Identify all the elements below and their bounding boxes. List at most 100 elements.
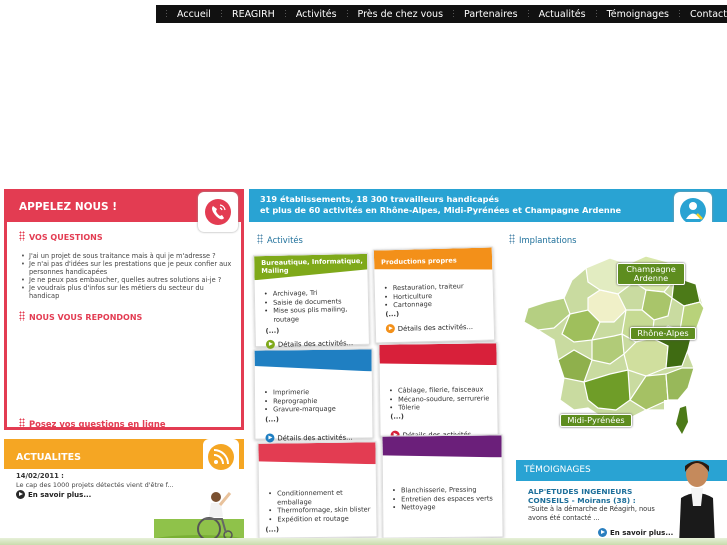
arrow-icon: [385, 324, 395, 334]
posez-label: Posez vos questions en ligne: [29, 419, 166, 429]
nav-separator: [679, 9, 681, 19]
nav-separator: [595, 9, 597, 19]
nous-repondons-heading: NOUS VOUS REPONDONS: [19, 311, 142, 322]
nav-item-contact[interactable]: Contact: [690, 5, 727, 23]
arrow-icon: [16, 490, 25, 499]
details-label: Détails des activités...: [277, 433, 353, 442]
nav-separator: [453, 9, 455, 19]
card-ellipsis: (...): [265, 326, 280, 335]
nav-item-activites[interactable]: Activités: [296, 5, 337, 23]
card-list: Blanchisserie, Pressing Entretien des es…: [392, 485, 493, 512]
card-header: Productions propres: [374, 247, 493, 272]
dots-icon: [509, 234, 515, 244]
card-header: [382, 435, 501, 458]
card-header: [258, 442, 375, 465]
vos-questions-heading: VOS QUESTIONS: [19, 231, 103, 242]
activity-card-productions[interactable]: Productions propres Restauration, traite…: [372, 246, 496, 344]
nav-item-temoignages[interactable]: Témoignages: [607, 5, 669, 23]
temoignage-quote: "Suite à la démarche de Réagirh, nous av…: [528, 505, 655, 522]
woman-portrait-photo: [679, 461, 715, 545]
footer-strip: [0, 538, 727, 545]
card-list: Conditionnement et emballage Thermoforma…: [268, 488, 376, 523]
activites-section: Activités Bureautique, Informatique, Mai…: [249, 222, 512, 545]
activity-card-blanchisserie[interactable]: Blanchisserie, Pressing Entretien des es…: [381, 434, 504, 539]
card-item: Mise sous plis mailing, routage: [264, 305, 368, 324]
nav-separator: [284, 9, 286, 19]
card-header: [379, 343, 496, 367]
top-navigation: Accueil REAGIRH Activités Près de chez v…: [0, 0, 727, 28]
page: { "nav": { "items": ["Accueil", "REAGIRH…: [0, 0, 727, 545]
activity-card-conditionnement[interactable]: Conditionnement et emballage Thermoforma…: [257, 441, 378, 539]
nous-repondons-label: NOUS VOUS REPONDONS: [29, 313, 143, 322]
actualites-panel: ACTUALITES 14/02/2011 : Le cap des 1000 …: [4, 439, 244, 545]
temoignage-read-more-link[interactable]: En savoir plus...: [598, 528, 673, 537]
banner-line-2: et plus de 60 activités en Rhône-Alpes, …: [260, 204, 622, 215]
posez-questions-link[interactable]: Posez vos questions en ligne: [19, 418, 166, 429]
activity-card-cablage[interactable]: Câblage, filerie, faisceaux Mécano-soudu…: [378, 342, 499, 440]
temoignages-panel: TÉMOIGNAGES ALP'ETUDES INGENIEURS CONSEI…: [516, 460, 727, 545]
dots-icon: [19, 231, 25, 241]
dots-icon: [19, 418, 25, 428]
question-item[interactable]: Je voudrais plus d'infos sur les métiers…: [21, 284, 236, 300]
appelez-nous-panel: APPELEZ NOUS ! VOS QUESTIONS J'ai un pro…: [4, 189, 244, 430]
nav-item-actualites[interactable]: Actualités: [539, 5, 586, 23]
card-ellipsis: (...): [390, 412, 404, 421]
map-label-midi-pyrenees[interactable]: Midi-Pyrénées: [560, 414, 632, 427]
activites-title: Activités: [267, 235, 303, 245]
card-item: Conditionnement et emballage: [268, 488, 376, 506]
arrow-icon: [265, 339, 276, 349]
card-header: [255, 349, 372, 372]
details-label: Détails des activités...: [397, 322, 474, 333]
card-item: Expédition et routage: [268, 514, 376, 524]
activites-heading: Activités: [257, 234, 303, 245]
card-item: Nettoyage: [392, 502, 493, 512]
map-label-champagne[interactable]: Champagne Ardenne: [617, 263, 685, 285]
nav-separator: [220, 9, 222, 19]
nav-separator: [346, 9, 348, 19]
card-list: Imprimerie Reprographie Gravure-marquage: [264, 388, 336, 414]
question-item[interactable]: J'ai un projet de sous traitance mais à …: [21, 252, 236, 260]
dots-icon: [19, 311, 25, 321]
card-item: Cartonnage: [384, 299, 464, 310]
temoignage-company: ALP'ETUDES INGENIEURS CONSEILS - Moirans…: [528, 487, 636, 505]
card-list: Archivage, Tri Saisie de documents Mise …: [264, 288, 369, 324]
nav-item-pres-de-chez-vous[interactable]: Près de chez vous: [358, 5, 443, 23]
nav-separator: [527, 9, 529, 19]
card-header: Bureautique, Informatique, Mailing: [254, 254, 367, 280]
card-ellipsis: (...): [385, 309, 400, 319]
card-list: Restauration, traiteur Horticulture Cart…: [384, 282, 464, 310]
card-details-link[interactable]: Détails des activités...: [265, 338, 354, 349]
card-ellipsis: (...): [265, 415, 279, 424]
map-label-rhone-alpes[interactable]: Rhône-Alpes: [630, 327, 696, 340]
implantations-title: Implantations: [519, 235, 577, 245]
nav-separator: [166, 9, 168, 19]
details-label: Détails des activités...: [277, 338, 354, 349]
implantations-heading: Implantations: [509, 234, 577, 245]
card-list: Câblage, filerie, faisceaux Mécano-soudu…: [389, 385, 490, 412]
news-more-label: En savoir plus...: [28, 490, 92, 499]
activity-card-imprimerie[interactable]: Imprimerie Reprographie Gravure-marquage…: [253, 348, 374, 443]
card-ellipsis: (...): [265, 525, 280, 534]
nav-item-accueil[interactable]: Accueil: [177, 5, 211, 23]
arrow-icon: [598, 528, 607, 537]
phone-icon: [198, 192, 238, 232]
rss-icon[interactable]: [203, 439, 239, 475]
nav-item-partenaires[interactable]: Partenaires: [464, 5, 518, 23]
stats-banner: 319 établissements, 18 300 travailleurs …: [249, 189, 727, 222]
banner-line-1: 319 établissements, 18 300 travailleurs …: [260, 194, 499, 204]
news-read-more-link[interactable]: En savoir plus...: [16, 490, 91, 499]
activity-card-bureautique[interactable]: Bureautique, Informatique, Mailing Archi…: [253, 252, 370, 349]
question-item[interactable]: Je n'ai pas d'idées sur les prestations …: [21, 260, 236, 276]
arrow-icon: [265, 433, 275, 443]
card-item: Tôlerie: [389, 402, 489, 412]
nav-item-reagirh[interactable]: REAGIRH: [232, 5, 275, 23]
card-item: Gravure-marquage: [264, 405, 336, 414]
news-date: 14/02/2011 :: [16, 472, 64, 480]
question-item[interactable]: Je ne peux pas embaucher, quelles autres…: [21, 276, 236, 284]
vos-questions-label: VOS QUESTIONS: [29, 233, 103, 242]
card-details-link[interactable]: Détails des activités...: [385, 322, 474, 334]
questions-list: J'ai un projet de sous traitance mais à …: [21, 252, 236, 300]
wheelchair-photo: [154, 492, 244, 545]
nav-bar: Accueil REAGIRH Activités Près de chez v…: [156, 5, 727, 23]
dots-icon: [257, 234, 263, 244]
